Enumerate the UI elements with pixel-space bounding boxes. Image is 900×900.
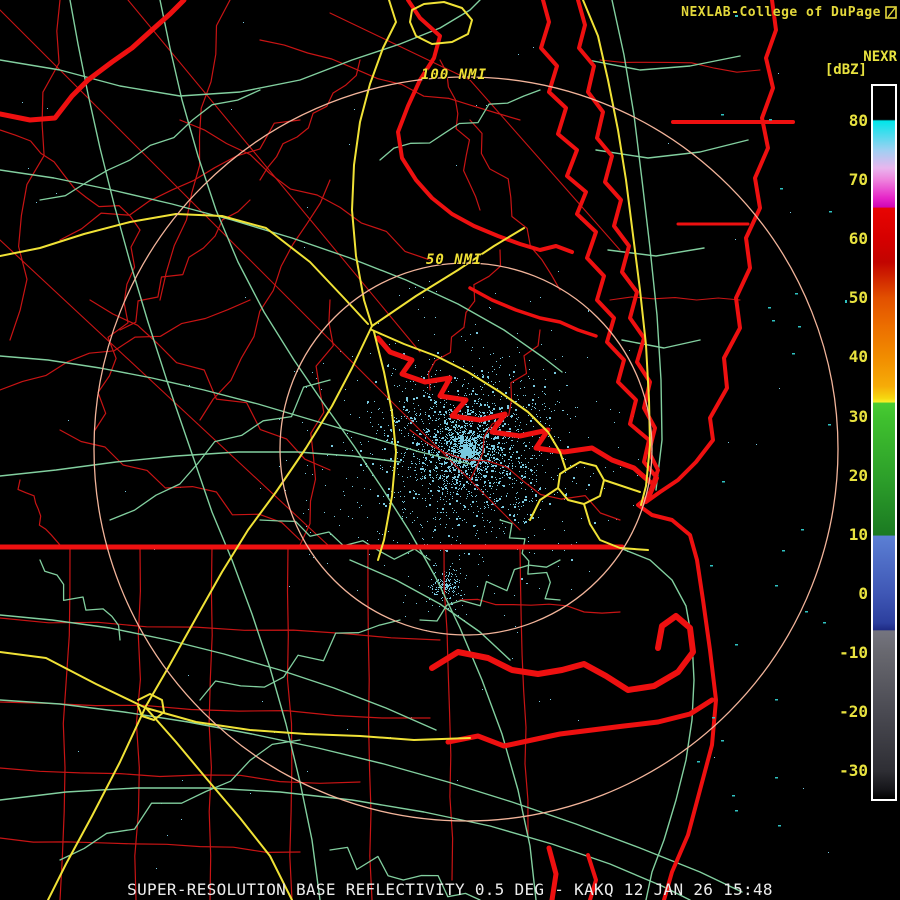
status-bar: SUPER-RESOLUTION BASE REFLECTIVITY 0.5 D… bbox=[0, 880, 900, 899]
colorbar-title: NEXR bbox=[863, 49, 897, 65]
colorbar-tick: 40 bbox=[798, 347, 868, 367]
colorbar-tick: -10 bbox=[798, 643, 868, 663]
colorbar-tick: 70 bbox=[798, 170, 868, 190]
roads-layer bbox=[0, 0, 748, 900]
colorbar-tick: 60 bbox=[798, 229, 868, 249]
colorbar-tick: -30 bbox=[798, 761, 868, 781]
radar-map bbox=[0, 0, 900, 900]
colorbar bbox=[871, 84, 897, 801]
range-ring-label-50nmi: 50 NMI bbox=[426, 252, 483, 268]
colorbar-ticks: 80 70 60 50 40 30 20 10 0 -10 -20 -30 bbox=[798, 0, 868, 800]
colorbar-tick: -20 bbox=[798, 702, 868, 722]
colorbar-tick: 80 bbox=[798, 111, 868, 131]
colorbar-tick: 20 bbox=[798, 466, 868, 486]
radar-display: 100 NMI 50 NMI NEXLAB-College of DuPage … bbox=[0, 0, 900, 900]
colorbar-tick: 30 bbox=[798, 407, 868, 427]
range-ring-label-100nmi: 100 NMI bbox=[421, 67, 487, 83]
cod-logo-icon bbox=[885, 6, 897, 19]
colorbar-tick: 10 bbox=[798, 525, 868, 545]
colorbar-tick: 50 bbox=[798, 288, 868, 308]
colorbar-tick: 0 bbox=[798, 584, 868, 604]
